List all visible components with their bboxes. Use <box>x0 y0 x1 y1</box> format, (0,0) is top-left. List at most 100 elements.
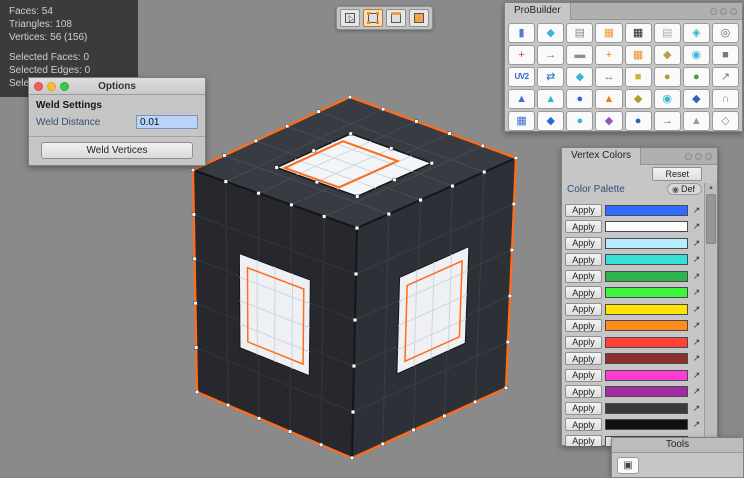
probuilder-tool-button-30[interactable]: ◉ <box>654 89 681 109</box>
probuilder-tool-button-5[interactable]: ▦ <box>625 23 652 43</box>
color-swatch[interactable] <box>605 287 688 298</box>
vertex-dot[interactable] <box>352 364 355 367</box>
probuilder-tool-button-31[interactable]: ◆ <box>683 89 710 109</box>
color-picker-icon[interactable]: ↗ <box>691 238 702 249</box>
vertex-dot[interactable] <box>275 166 278 169</box>
vertex-dot[interactable] <box>481 144 484 147</box>
vertex-dot[interactable] <box>288 430 291 433</box>
probuilder-tool-button-28[interactable]: ▲ <box>595 89 622 109</box>
apply-color-button[interactable]: Apply <box>565 270 602 283</box>
color-picker-icon[interactable]: ↗ <box>691 254 702 265</box>
color-swatch[interactable] <box>605 386 688 397</box>
probuilder-tool-button-16[interactable]: ■ <box>712 45 739 65</box>
vertex-dot[interactable] <box>319 443 322 446</box>
probuilder-tool-button-9[interactable]: + <box>508 45 535 65</box>
probuilder-tool-button-35[interactable]: ● <box>566 111 593 131</box>
apply-color-button[interactable]: Apply <box>565 237 602 250</box>
color-swatch[interactable] <box>605 205 688 216</box>
vertex-dot[interactable] <box>474 400 477 403</box>
color-picker-icon[interactable]: ↗ <box>691 419 702 430</box>
color-swatch[interactable] <box>605 370 688 381</box>
vertex-dot[interactable] <box>315 180 318 183</box>
probuilder-tool-button-1[interactable]: ▮ <box>508 23 535 43</box>
edge-mode-button[interactable] <box>386 9 406 27</box>
vertex-dot[interactable] <box>191 168 194 171</box>
probuilder-tool-button-22[interactable]: ● <box>654 67 681 87</box>
vertex-dot[interactable] <box>381 442 384 445</box>
vertex-dot[interactable] <box>355 226 358 229</box>
vertex-dot[interactable] <box>323 215 326 218</box>
vertex-dot[interactable] <box>194 302 197 305</box>
close-icon[interactable] <box>34 82 43 91</box>
minimize-icon[interactable] <box>47 82 56 91</box>
vertex-mode-button[interactable] <box>363 9 383 27</box>
scrollbar-thumb[interactable] <box>706 194 716 244</box>
face-mode-button[interactable] <box>409 9 429 27</box>
probuilder-tool-button-18[interactable]: ⇄ <box>537 67 564 87</box>
apply-color-button[interactable]: Apply <box>565 253 602 266</box>
probuilder-tool-button-27[interactable]: ● <box>566 89 593 109</box>
color-swatch[interactable] <box>605 403 688 414</box>
probuilder-tool-button-12[interactable]: + <box>595 45 622 65</box>
probuilder-tool-button-7[interactable]: ◈ <box>683 23 710 43</box>
apply-color-button[interactable]: Apply <box>565 385 602 398</box>
probuilder-tool-button-29[interactable]: ◆ <box>625 89 652 109</box>
probuilder-tool-button-13[interactable]: ▦ <box>625 45 652 65</box>
vertex-dot[interactable] <box>350 456 353 459</box>
vertex-dot[interactable] <box>382 108 385 111</box>
vertex-dot[interactable] <box>257 417 260 420</box>
vertex-dot[interactable] <box>286 125 289 128</box>
palette-object-field[interactable]: ◉Def <box>667 183 702 195</box>
color-swatch[interactable] <box>605 353 688 364</box>
probuilder-tool-button-8[interactable]: ◎ <box>712 23 739 43</box>
vertex-dot[interactable] <box>419 198 422 201</box>
probuilder-tool-button-36[interactable]: ◆ <box>595 111 622 131</box>
scroll-up-icon[interactable]: ▲ <box>705 183 717 193</box>
vertex-dot[interactable] <box>290 203 293 206</box>
vertex-dot[interactable] <box>353 318 356 321</box>
probuilder-tool-button-17[interactable]: UV2 <box>508 67 535 87</box>
apply-color-button[interactable]: Apply <box>565 369 602 382</box>
probuilder-tool-button-19[interactable]: ◆ <box>566 67 593 87</box>
apply-color-button[interactable]: Apply <box>565 319 602 332</box>
window-controls[interactable] <box>685 153 712 160</box>
apply-color-button[interactable]: Apply <box>565 418 602 431</box>
probuilder-tool-button-25[interactable]: ▲ <box>508 89 535 109</box>
vertex-dot[interactable] <box>223 154 226 157</box>
vertex-dot[interactable] <box>412 428 415 431</box>
color-swatch[interactable] <box>605 320 688 331</box>
apply-color-button[interactable]: Apply <box>565 286 602 299</box>
color-picker-icon[interactable]: ↗ <box>691 320 702 331</box>
probuilder-panel-title[interactable]: ProBuilder <box>505 3 571 20</box>
vertex-dot[interactable] <box>448 132 451 135</box>
weld-vertices-button[interactable]: Weld Vertices <box>41 142 193 159</box>
probuilder-tool-button-4[interactable]: ▦ <box>595 23 622 43</box>
color-picker-icon[interactable]: ↗ <box>691 271 702 282</box>
apply-color-button[interactable]: Apply <box>565 435 602 446</box>
window-dot-icon[interactable] <box>695 153 702 160</box>
vertex-dot[interactable] <box>510 248 513 251</box>
window-controls[interactable] <box>710 8 737 15</box>
vertex-dot[interactable] <box>508 294 511 297</box>
probuilder-tool-button-11[interactable]: ▬ <box>566 45 593 65</box>
vertex-dot[interactable] <box>193 257 196 260</box>
vertex-dot[interactable] <box>387 212 390 215</box>
vertex-dot[interactable] <box>451 184 454 187</box>
probuilder-tool-button-23[interactable]: ● <box>683 67 710 87</box>
apply-color-button[interactable]: Apply <box>565 352 602 365</box>
vertex-dot[interactable] <box>195 346 198 349</box>
color-picker-icon[interactable]: ↗ <box>691 205 702 216</box>
window-dot-icon[interactable] <box>705 153 712 160</box>
probuilder-tool-button-32[interactable]: ∩ <box>712 89 739 109</box>
vertex-dot[interactable] <box>506 340 509 343</box>
color-picker-icon[interactable]: ↗ <box>691 287 702 298</box>
vertex-dot[interactable] <box>354 272 357 275</box>
vertex-dot[interactable] <box>415 120 418 123</box>
color-picker-icon[interactable]: ↗ <box>691 386 702 397</box>
maximize-icon[interactable] <box>60 82 69 91</box>
color-swatch[interactable] <box>605 254 688 265</box>
probuilder-tool-button-2[interactable]: ◆ <box>537 23 564 43</box>
vertex-dot[interactable] <box>317 110 320 113</box>
probuilder-tool-button-34[interactable]: ◆ <box>537 111 564 131</box>
probuilder-tool-button-21[interactable]: ■ <box>625 67 652 87</box>
